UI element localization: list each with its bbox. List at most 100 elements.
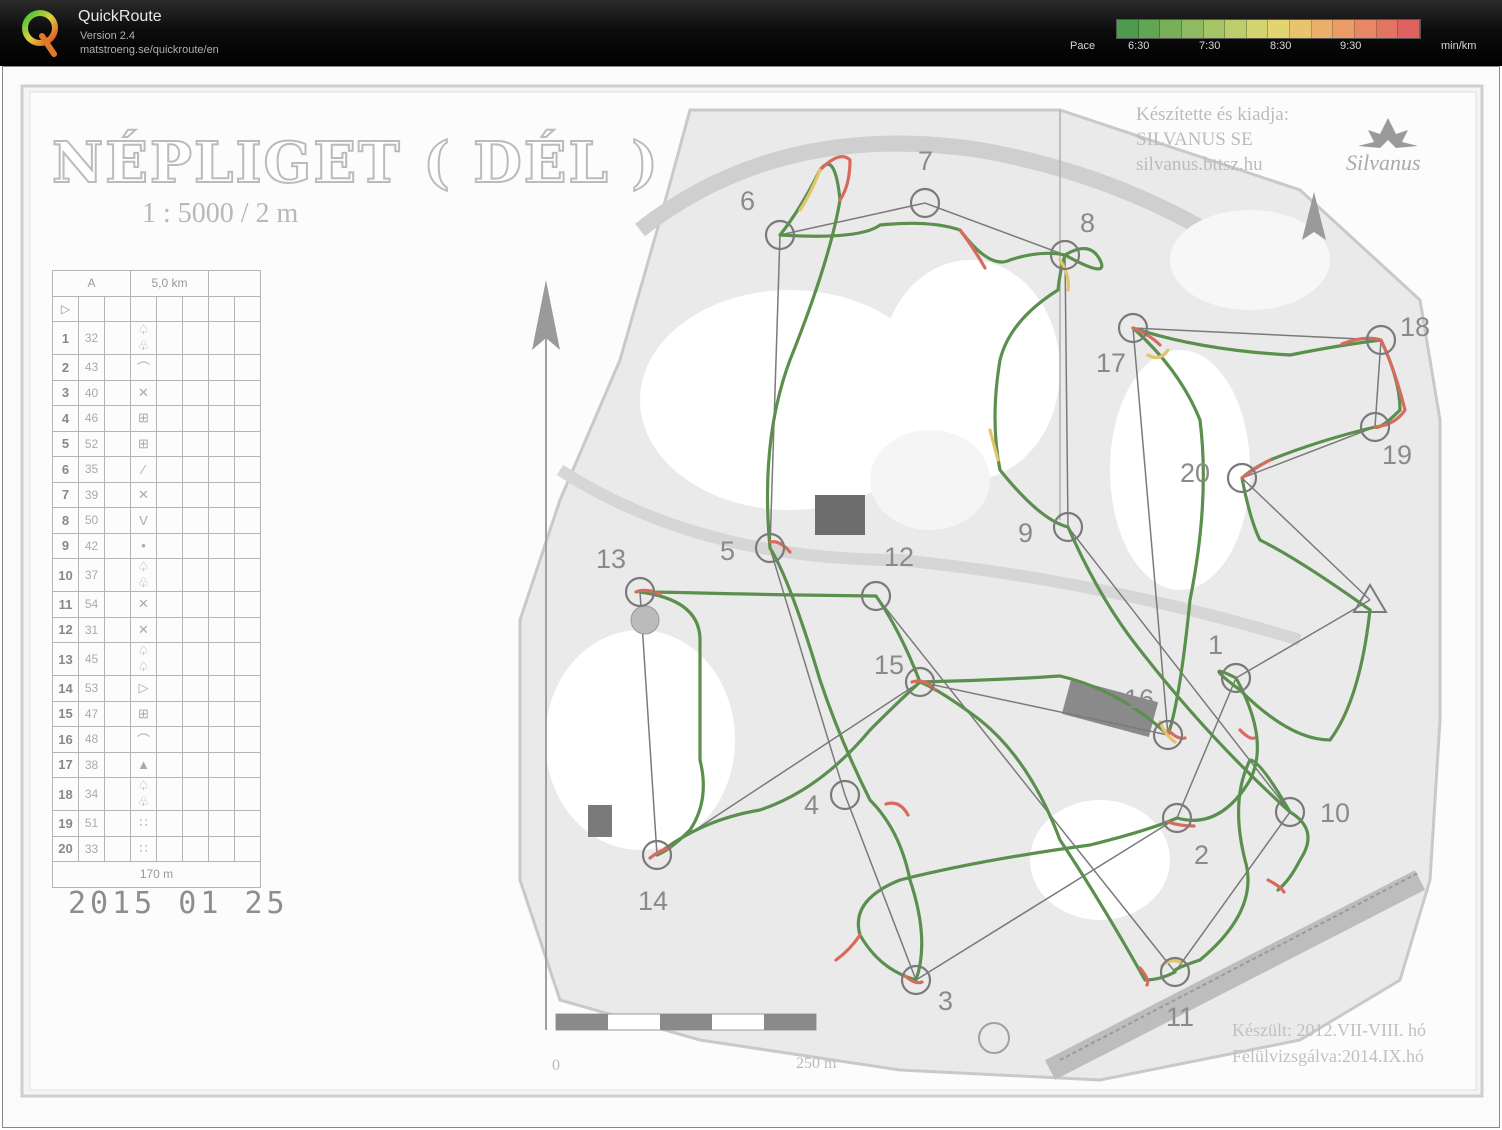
description-row: 9 42 • — [52, 532, 261, 559]
description-cell — [208, 321, 235, 355]
description-cell — [104, 835, 131, 862]
description-code: 48 — [78, 726, 105, 753]
description-num: 10 — [52, 558, 79, 592]
control-number: 14 — [638, 886, 669, 916]
control-number: 4 — [804, 790, 820, 820]
description-cell — [182, 405, 209, 432]
description-row: 6 35 ∕ — [52, 456, 261, 483]
control-number: 7 — [918, 146, 934, 176]
description-cell — [208, 507, 235, 534]
description-cell — [156, 835, 183, 862]
description-cell — [182, 591, 209, 618]
pace-color-cell — [1117, 20, 1139, 38]
description-sym: • — [130, 532, 157, 559]
pace-color-cell — [1138, 20, 1161, 38]
description-row: 7 39 ✕ — [52, 481, 261, 508]
description-sym: ♤ ♧ — [130, 558, 157, 592]
control-number: 20 — [1180, 458, 1211, 488]
description-cell — [156, 354, 183, 381]
description-num: 17 — [52, 751, 79, 778]
control-number: 13 — [596, 544, 627, 574]
description-cell — [234, 481, 261, 508]
pace-color-cell — [1376, 20, 1399, 38]
credit-line: Készítette és kiadja: — [1136, 104, 1289, 125]
description-cell — [156, 379, 183, 406]
description-sym: ⌒ — [130, 726, 157, 753]
description-cell — [156, 810, 183, 837]
scalebar-label: 0 — [552, 1057, 560, 1074]
silvanus-logo-text: Silvanus — [1346, 150, 1421, 175]
description-sym: ▷ — [130, 675, 157, 702]
description-cell — [182, 354, 209, 381]
description-cell — [182, 616, 209, 643]
description-cell — [156, 675, 183, 702]
control-number: 3 — [938, 986, 954, 1016]
control-number: 9 — [1018, 518, 1034, 548]
pace-color-cell — [1290, 20, 1312, 38]
quickroute-logo-icon — [22, 10, 58, 57]
description-code: 38 — [78, 751, 105, 778]
description-cell — [234, 507, 261, 534]
description-cell — [208, 430, 235, 457]
description-cell — [234, 354, 261, 381]
description-cell — [208, 481, 235, 508]
description-num: 20 — [52, 835, 79, 862]
pace-color-cell — [1333, 20, 1356, 38]
description-cell — [182, 751, 209, 778]
description-cell — [104, 751, 131, 778]
description-cell — [156, 751, 183, 778]
description-cell — [208, 591, 235, 618]
description-row: 1 32 ♤ ♧ — [52, 321, 261, 355]
description-sym: ✕ — [130, 481, 157, 508]
map-footer-note: Felülvizsgálva:2014.IX.hó — [1232, 1046, 1424, 1066]
description-cell — [234, 675, 261, 702]
app-url[interactable]: matstroeng.se/quickroute/en — [80, 44, 219, 56]
description-sym: ♤ ♧ — [130, 777, 157, 811]
description-code: 37 — [78, 558, 105, 592]
description-cell — [208, 405, 235, 432]
description-cell — [156, 532, 183, 559]
description-sym: ⊞ — [130, 405, 157, 432]
description-sym: ▲ — [130, 751, 157, 778]
description-cell — [234, 616, 261, 643]
description-cell — [234, 430, 261, 457]
control-number: 17 — [1096, 348, 1127, 378]
description-num: 8 — [52, 507, 79, 534]
description-sym: ♤ ♧ — [130, 321, 157, 355]
pace-color-cell — [1225, 20, 1247, 38]
description-sym: ⊞ — [130, 430, 157, 457]
description-cell — [182, 481, 209, 508]
description-num: 12 — [52, 616, 79, 643]
description-num: 14 — [52, 675, 79, 702]
description-row: 11 54 ✕ — [52, 591, 261, 618]
description-code: 54 — [78, 591, 105, 618]
description-num: 11 — [52, 591, 79, 618]
description-cell — [156, 642, 183, 676]
description-cell — [104, 321, 131, 355]
control-number: 1 — [1208, 630, 1224, 660]
description-num: 9 — [52, 532, 79, 559]
map-scale: 1 : 5000 / 2 m — [142, 198, 299, 229]
map-footer-note: Készült: 2012.VII-VIII. hó — [1232, 1020, 1426, 1040]
description-cell — [182, 700, 209, 727]
description-cell — [156, 777, 183, 811]
description-code: 33 — [78, 835, 105, 862]
pace-color-cell — [1203, 20, 1226, 38]
description-cell — [208, 558, 235, 592]
description-cell — [182, 321, 209, 355]
pace-color-cell — [1160, 20, 1182, 38]
description-cell — [234, 751, 261, 778]
description-cell — [234, 405, 261, 432]
description-cell — [156, 558, 183, 592]
description-cell — [156, 616, 183, 643]
description-cell — [182, 726, 209, 753]
description-cell — [234, 700, 261, 727]
description-cell — [182, 675, 209, 702]
description-num: 18 — [52, 777, 79, 811]
open-area — [870, 430, 990, 530]
description-cell — [234, 642, 261, 676]
description-sym: ✕ — [130, 616, 157, 643]
pace-color-cell — [1181, 20, 1204, 38]
description-cell — [156, 481, 183, 508]
description-cell — [182, 532, 209, 559]
